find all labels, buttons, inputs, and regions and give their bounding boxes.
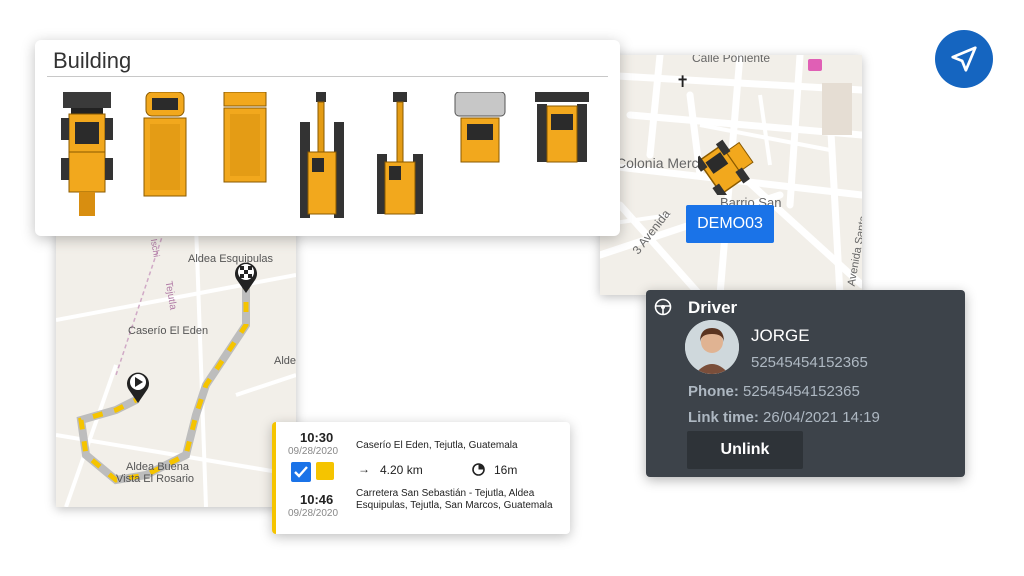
trip-card[interactable]: 10:30 09/28/2020 Caserío El Eden, Tejutl… <box>272 422 570 534</box>
trip-checkbox[interactable] <box>291 462 311 482</box>
page: ✝ Calle Poniente Colonia Merce 3 Avenida… <box>0 0 1024 576</box>
loader-vehicle-icon[interactable] <box>698 135 758 195</box>
tipper-truck-icon[interactable] <box>220 92 270 187</box>
phone-row: Phone: 52545454152365 <box>688 383 860 400</box>
route-map[interactable]: Aldea Esquipulas Caserío El Eden Alde Al… <box>56 225 296 507</box>
steering-wheel-icon <box>654 298 672 316</box>
panel-title: Building <box>53 48 132 73</box>
end-date: 09/28/2020 <box>288 508 339 519</box>
place-label: Alde <box>274 355 296 367</box>
start-date: 09/28/2020 <box>288 446 339 457</box>
place-label: Aldea Buena <box>126 461 189 473</box>
crane-excavator-icon[interactable] <box>375 92 425 218</box>
end-address: Carretera San Sebastián - Tejutla, Aldea… <box>356 488 553 511</box>
start-time: 10:30 <box>300 430 334 445</box>
vehicle-icon-panel: Building <box>35 40 620 236</box>
start-address: Caserío El Eden, Tejutla, Guatemala <box>356 440 518 451</box>
navigation-icon[interactable] <box>935 30 993 88</box>
end-time: 10:46 <box>300 492 334 507</box>
link-time-label: Link time: <box>688 409 759 426</box>
road-roller-icon[interactable] <box>453 92 507 168</box>
distance-arrow-icon: → <box>358 462 370 476</box>
area-label: Colonia Merce <box>616 155 707 171</box>
bulldozer-icon[interactable] <box>535 92 589 168</box>
vehicle-tag[interactable]: DEMO03 <box>686 205 774 243</box>
excavator-icon[interactable] <box>298 92 346 222</box>
divider <box>47 76 608 77</box>
place-label: Vista El Rosario <box>116 473 195 485</box>
start-marker-icon[interactable] <box>125 370 151 404</box>
loader-icon[interactable] <box>59 92 115 222</box>
unlink-button[interactable]: Unlink <box>687 431 803 469</box>
place-label: Aldea Esquipulas <box>188 253 274 265</box>
route-color-swatch[interactable] <box>316 462 334 480</box>
clock-icon <box>472 463 485 476</box>
phone-label: Phone: <box>688 383 739 400</box>
duration-value: 16m <box>494 463 518 477</box>
driver-name: JORGE <box>751 326 810 345</box>
street-map[interactable]: ✝ Calle Poniente Colonia Merce 3 Avenida… <box>600 55 862 295</box>
svg-text:✝: ✝ <box>676 72 689 91</box>
distance-value: 4.20 km <box>380 463 423 477</box>
street-label: Calle Poniente <box>692 55 771 65</box>
place-label: Caserío El Eden <box>128 325 209 337</box>
finish-flag-icon[interactable] <box>233 260 259 294</box>
avatar <box>685 320 739 374</box>
driver-card: Driver JORGE 52545454152365 Phone: 52545… <box>646 290 965 477</box>
phone-value: 52545454152365 <box>743 383 860 400</box>
dump-truck-icon[interactable] <box>140 92 190 202</box>
link-time-value: 26/04/2021 14:19 <box>763 409 880 426</box>
driver-header: Driver <box>688 298 738 317</box>
driver-id: 52545454152365 <box>751 354 868 371</box>
link-time-row: Link time: 26/04/2021 14:19 <box>688 409 880 426</box>
